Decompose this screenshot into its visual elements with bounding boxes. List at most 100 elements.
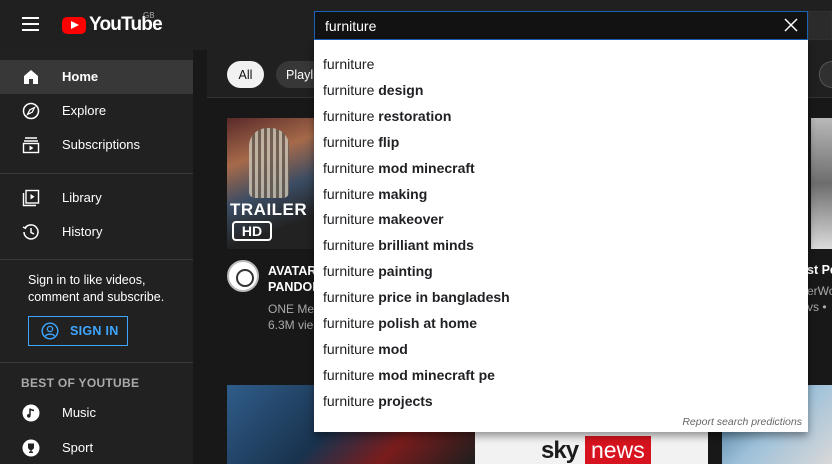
news-logo-text: news [585,436,651,464]
suggestion-completion: projects [374,392,433,409]
sidebar-item-subscriptions[interactable]: Subscriptions [0,128,193,162]
suggestion-completion: making [374,185,428,202]
music-note-icon [22,404,40,422]
suggestion-completion: restoration [374,107,452,124]
sign-in-button[interactable]: SIGN IN [28,316,128,346]
suggestion-completion: polish at home [374,315,478,331]
subscriptions-icon [22,137,40,154]
home-icon [24,70,38,84]
compass-icon [22,102,40,120]
best-of-youtube-heading: BEST OF YOUTUBE [21,376,140,390]
view-count: 6.3M vie [268,318,314,332]
sidebar-item-music[interactable]: Music [0,396,193,430]
suggestion-prefix: furniture [323,159,375,176]
sidebar-divider [0,362,193,363]
view-count: vs • [807,300,827,314]
suggestion-completion: price in bangladesh [374,289,510,306]
suggestion-prefix: furniture [323,340,375,357]
sign-in-label: SIGN IN [70,324,119,338]
channel-name[interactable]: ONE Me [268,301,316,317]
search-button[interactable] [808,11,832,40]
suggestion-prefix: furniture [323,392,375,409]
region-code: GB [143,11,155,20]
suggestion-prefix: furniture [323,81,375,98]
video-thumbnail[interactable] [811,118,832,249]
sidebar-item-library[interactable]: Library [0,181,193,215]
suggestion-completion: painting [374,263,433,280]
suggestion-prefix: furniture [323,185,375,202]
search-suggestion[interactable]: furniture design [314,78,808,104]
sidebar-item-label: Music [62,405,96,420]
library-icon [22,189,40,207]
sidebar-divider [0,173,193,174]
suggestion-completion: mod minecraft pe [374,366,495,383]
thumbnail-trailer-text: TRAILER [230,200,308,219]
close-icon[interactable] [784,18,798,32]
sidebar-item-label: Home [62,69,99,84]
video-title-line: PANDOR [268,280,316,294]
suggestion-completion: mod minecraft [374,159,475,176]
video-meta: erWo vs • [807,283,832,315]
report-search-predictions-link[interactable]: Report search predictions [682,416,802,428]
thumbnail-image [249,128,289,198]
suggestion-prefix: furniture [323,211,375,228]
hd-badge: HD [232,221,272,241]
video-title-line: AVATAR [268,264,316,278]
suggestion-prefix: furniture [323,366,375,383]
suggestion-prefix: furniture [323,237,375,254]
search-suggestion[interactable]: furniture projects [314,389,808,415]
search-suggestion[interactable]: furniture brilliant minds [314,233,808,259]
chip-all[interactable]: All [227,61,264,88]
search-suggestion[interactable]: furniture painting [314,259,808,285]
trophy-icon [22,439,40,457]
suggestion-prefix: furniture [323,315,375,331]
suggestion-completion: flip [374,133,400,150]
channel-name[interactable]: erWo [807,283,832,299]
suggestion-completion: design [374,81,424,98]
suggestion-completion: brilliant minds [374,237,474,254]
sidebar-item-sport[interactable]: Sport [0,431,193,464]
search-suggestion[interactable]: furniture restoration [314,104,808,130]
history-icon [22,224,39,240]
sidebar-item-label: Library [62,190,102,205]
sidebar-item-label: Sport [62,440,94,455]
sidebar-item-label: History [62,224,103,239]
search-box [314,11,808,40]
sidebar-item-label: Explore [62,103,107,118]
search-suggestion[interactable]: furniture flip [314,130,808,156]
video-meta: ONE Me 6.3M vie [268,301,316,333]
youtube-play-logo-icon [62,16,86,34]
search-suggestion[interactable]: furniture mod minecraft pe [314,363,808,389]
video-title[interactable]: st Pe [807,263,832,277]
suggestion-prefix: furniture [323,107,375,124]
search-suggestion[interactable]: furniture makeover [314,207,808,233]
search-suggestion[interactable]: furniture polish at home [314,311,808,337]
search-suggestion[interactable]: furniture mod minecraft [314,156,808,182]
suggestion-completion: makeover [374,211,444,228]
sidebar-divider [0,259,193,260]
sidebar-item-history[interactable]: History [0,215,193,249]
sky-logo-text: sky [541,437,579,464]
search-suggestion[interactable]: furniture [314,52,808,78]
suggestion-prefix: furniture [323,133,375,150]
sidebar-item-label: Subscriptions [62,137,141,152]
suggestion-prefix: furniture [323,56,375,72]
suggestion-prefix: furniture [323,263,375,280]
sidebar-item-home[interactable]: Home [0,60,193,94]
signin-prompt: Sign in to like videos, comment and subs… [28,273,165,304]
video-thumbnail[interactable]: TRAILER HD [227,118,315,249]
sidebar: Home Explore Subscriptions Library Histo… [0,50,193,464]
channel-avatar[interactable] [227,260,259,292]
hamburger-menu-icon[interactable] [20,14,42,34]
chip-partial[interactable] [819,61,832,88]
search-input[interactable] [325,17,765,35]
search-suggestions-dropdown: furniture furniture design furniture res… [314,40,808,432]
sidebar-item-explore[interactable]: Explore [0,94,193,128]
suggestion-prefix: furniture [323,289,375,306]
suggestion-completion: mod [374,340,408,357]
account-circle-icon [41,322,59,340]
video-title[interactable]: AVATAR PANDOR [268,263,316,295]
search-suggestion[interactable]: furniture price in bangladesh [314,285,808,311]
search-suggestion[interactable]: furniture mod [314,337,808,363]
search-suggestion[interactable]: furniture making [314,182,808,208]
